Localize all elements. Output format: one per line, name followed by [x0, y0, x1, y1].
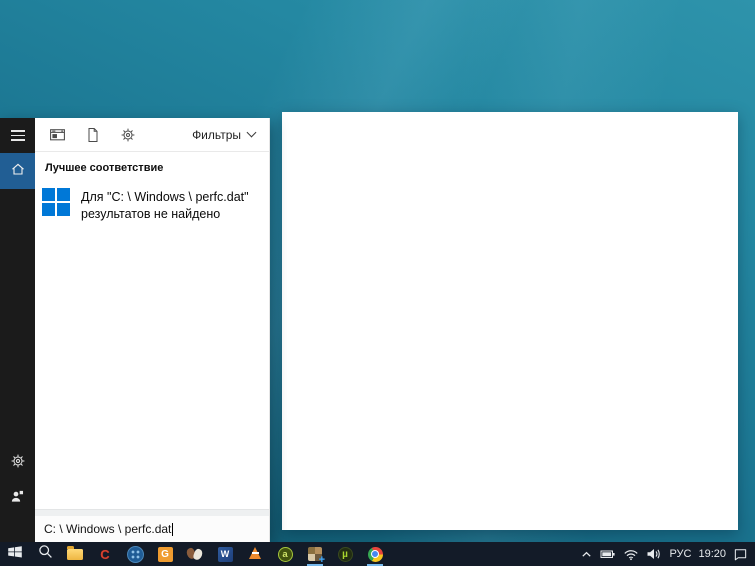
system-tray: РУС 19:20 [580, 542, 755, 566]
result-line1: Для "C: \ Windows \ perfc.dat" [81, 190, 249, 204]
result-text: Для "C: \ Windows \ perfc.dat" результат… [81, 188, 249, 223]
sidebar-item-settings[interactable] [0, 446, 35, 481]
file-explorer-icon [67, 546, 83, 560]
utorrent-icon: µ [337, 546, 353, 562]
taskbar-item-utorrent[interactable]: µ [330, 542, 360, 566]
colorful-app-icon [187, 547, 203, 561]
ccleaner-icon: C [100, 546, 110, 562]
vlc-cone-icon [249, 547, 261, 559]
menu-icon [10, 128, 25, 143]
action-center-icon[interactable] [733, 547, 748, 561]
orange-g-app-icon: G [157, 546, 173, 562]
windows-logo-icon [42, 188, 70, 216]
blank-app-window [282, 112, 738, 530]
search-filters-bar: Фильтры [35, 118, 269, 151]
taskbar-item-green-circle-app[interactable]: a [270, 542, 300, 566]
taskbar-item-chrome[interactable] [360, 542, 390, 566]
search-box-divider [35, 509, 269, 516]
clock[interactable]: 19:20 [698, 548, 726, 560]
search-sidebar [0, 118, 35, 542]
taskbar-search-button[interactable] [30, 542, 60, 566]
volume-icon[interactable] [646, 547, 662, 561]
search-result-item[interactable]: Для "C: \ Windows \ perfc.dat" результат… [35, 183, 269, 223]
start-button[interactable] [0, 542, 30, 566]
documents-filter-icon[interactable] [84, 126, 101, 143]
taskbar-item-word[interactable]: W [210, 542, 240, 566]
taskbar-item-colorful-app[interactable] [180, 542, 210, 566]
taskbar-item-file-explorer[interactable] [60, 542, 90, 566]
taskbar-item-blue-circle-app[interactable] [120, 542, 150, 566]
search-input[interactable]: C: \ Windows \ perfc.dat [35, 516, 269, 542]
language-indicator[interactable]: РУС [669, 548, 691, 560]
filters-label: Фильтры [192, 127, 241, 142]
settings-filter-icon[interactable] [119, 126, 136, 143]
filters-dropdown[interactable]: Фильтры [192, 127, 257, 142]
wifi-icon[interactable] [623, 547, 639, 561]
show-hidden-icons-button[interactable] [580, 548, 593, 561]
chrome-icon [367, 546, 383, 562]
desktop-screen: Фильтры Лучшее соответствие Для "C: \ Wi… [0, 0, 755, 566]
taskbar-item-pixel-art-app[interactable] [300, 542, 330, 566]
home-icon [10, 161, 26, 182]
menu-button[interactable] [0, 118, 35, 153]
text-caret [172, 522, 174, 536]
green-circle-app-icon: a [277, 546, 293, 562]
apps-filter-icon[interactable] [49, 126, 66, 143]
windows-start-icon [7, 544, 23, 565]
sidebar-item-home[interactable] [0, 153, 35, 189]
pixel-art-app-icon [308, 547, 325, 566]
search-results-panel: Фильтры Лучшее соответствие Для "C: \ Wi… [35, 118, 270, 542]
feedback-person-icon [10, 489, 25, 509]
gear-icon [10, 453, 26, 474]
result-line2: результатов не найдено [81, 207, 221, 221]
sidebar-item-feedback[interactable] [0, 481, 35, 516]
taskbar-item-ccleaner[interactable]: C [90, 542, 120, 566]
blue-circle-app-icon [126, 545, 144, 563]
taskbar-item-orange-g-app[interactable]: G [150, 542, 180, 566]
word-icon: W [217, 546, 233, 562]
best-match-heading: Лучшее соответствие [45, 162, 164, 174]
taskbar-item-vlc[interactable] [240, 542, 270, 566]
search-flyout: Фильтры Лучшее соответствие Для "C: \ Wi… [0, 118, 270, 542]
search-input-value: C: \ Windows \ perfc.dat [44, 522, 172, 536]
search-icon [38, 544, 53, 564]
chevron-down-icon [246, 127, 257, 138]
battery-icon[interactable] [600, 547, 616, 561]
taskbar: C G W a µ [0, 542, 755, 566]
